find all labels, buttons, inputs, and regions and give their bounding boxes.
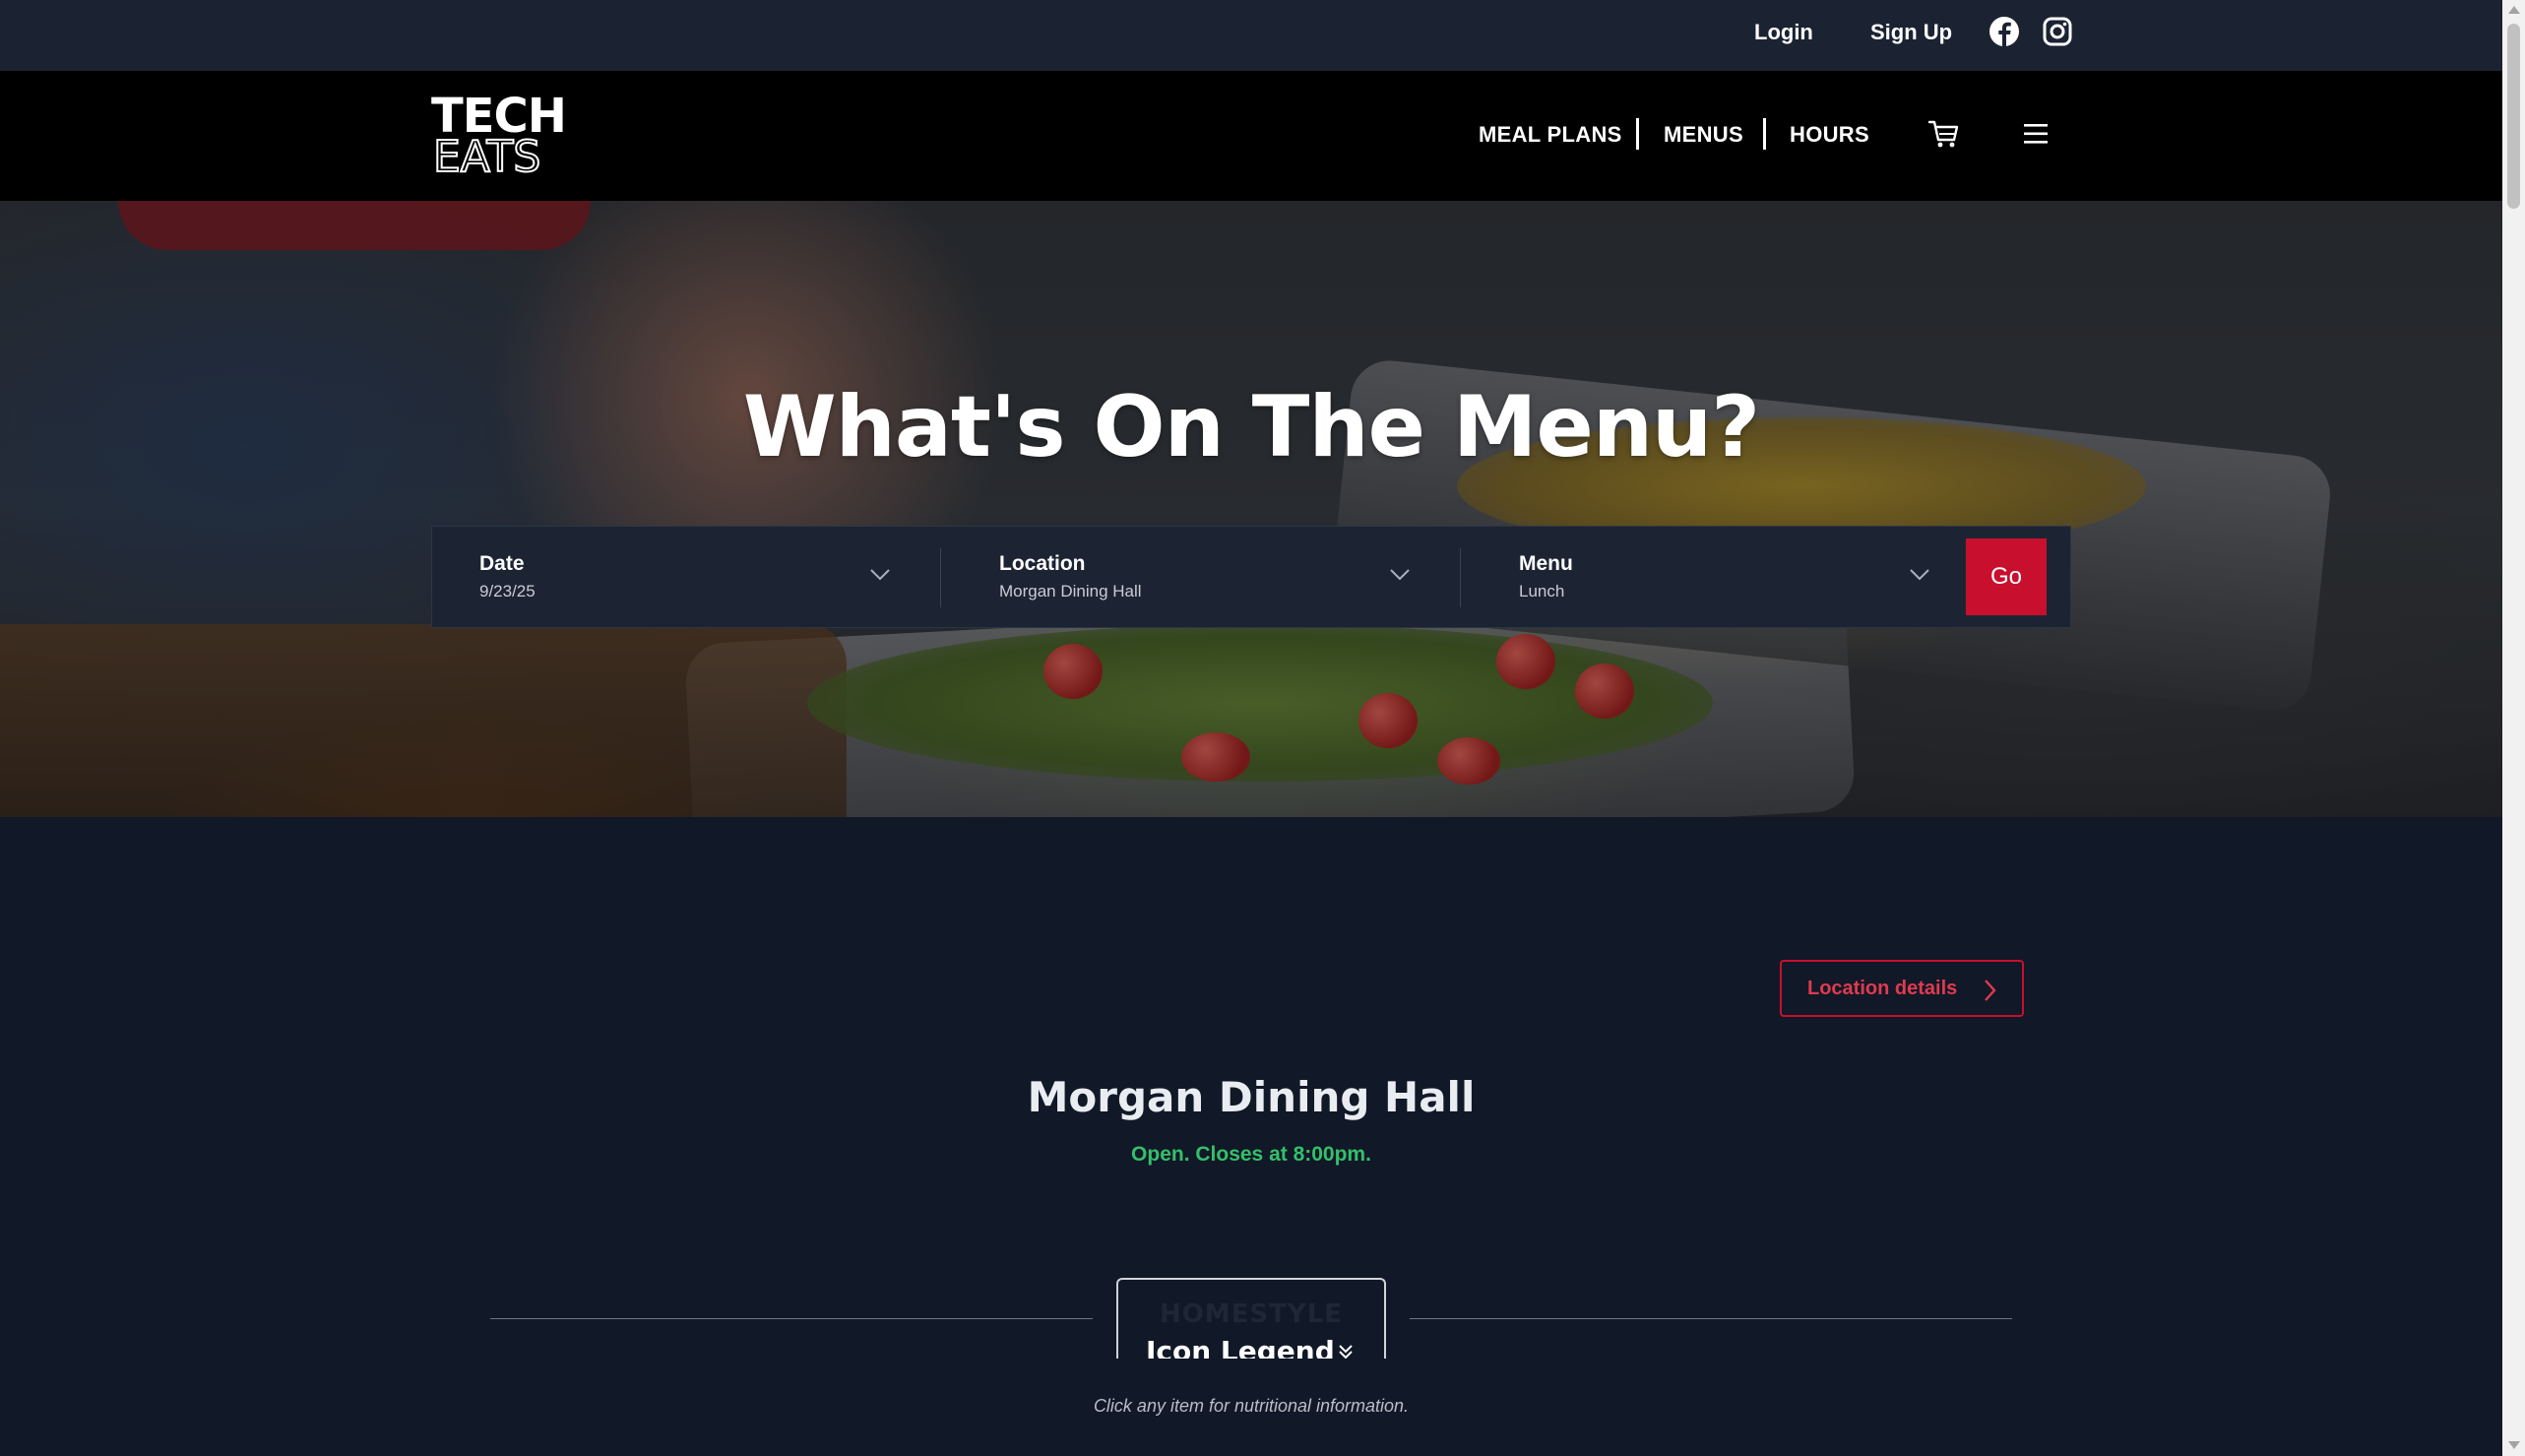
nav-hours[interactable]: HOURS	[1790, 122, 1869, 148]
hero-title: What's On The Menu?	[742, 378, 1760, 476]
filter-divider	[1460, 548, 1461, 607]
icon-legend-label: Icon Legend	[1146, 1335, 1335, 1359]
section-divider	[490, 1318, 1093, 1319]
main-nav: TECH EATS MEAL PLANS MENUS HOURS	[0, 71, 2502, 201]
location-select[interactable]: Location Morgan Dining Hall	[952, 527, 1472, 629]
menu-select[interactable]: Menu Lunch	[1472, 527, 1960, 629]
scroll-thumb[interactable]	[2507, 24, 2520, 209]
hall-status-text: Open. Closes at 8:00pm.	[1131, 1143, 1371, 1166]
hero-overlay	[0, 201, 2502, 817]
tech-eats-logo[interactable]: TECH EATS	[431, 93, 589, 181]
scroll-down-arrow[interactable]	[2508, 1441, 2520, 1449]
chevron-right-icon	[1985, 980, 1996, 1001]
icon-legend-toggle[interactable]: HOMESTYLE Icon Legend	[1116, 1278, 1386, 1359]
scroll-up-arrow[interactable]	[2508, 6, 2520, 14]
date-select[interactable]: Date 9/23/25	[432, 527, 952, 629]
menu-filter-bar: Date 9/23/25 Location Morgan Dining Hall…	[431, 526, 2071, 628]
logo-text-eats: EATS	[432, 132, 541, 182]
location-select-label: Location	[999, 552, 1086, 575]
location-details-button[interactable]: Location details	[1780, 960, 2024, 1017]
nav-menus[interactable]: MENUS	[1664, 122, 1743, 148]
signup-link[interactable]: Sign Up	[1870, 20, 1952, 45]
section-divider	[1410, 1318, 2012, 1319]
nav-divider	[1763, 118, 1766, 150]
date-select-value: 9/23/25	[479, 582, 536, 601]
double-chevron-down-icon	[1339, 1345, 1353, 1359]
go-button[interactable]: Go	[1966, 538, 2047, 615]
chevron-down-icon	[1910, 569, 1929, 581]
location-select-value: Morgan Dining Hall	[999, 582, 1142, 601]
menu-select-value: Lunch	[1519, 582, 1565, 601]
nav-meal-plans[interactable]: MEAL PLANS	[1479, 122, 1622, 148]
menu-select-label: Menu	[1519, 552, 1573, 575]
chevron-down-icon	[870, 569, 890, 581]
hamburger-menu-icon[interactable]	[2022, 122, 2050, 151]
dining-hall-title: Morgan Dining Hall	[1027, 1073, 1476, 1121]
location-details-label: Location details	[1807, 978, 1958, 999]
hero-banner: What's On The Menu?	[0, 201, 2502, 817]
date-select-label: Date	[479, 552, 525, 575]
login-link[interactable]: Login	[1754, 20, 1813, 45]
nutrition-hint: Click any item for nutritional informati…	[1093, 1396, 1410, 1416]
section-heading-homestyle: HOMESTYLE	[1159, 1299, 1344, 1329]
instagram-icon[interactable]	[2042, 16, 2073, 47]
cart-icon[interactable]	[1927, 118, 1961, 155]
nav-divider	[1636, 118, 1639, 150]
filter-divider	[940, 548, 941, 607]
chevron-down-icon	[1390, 569, 1410, 581]
utility-bar: Login Sign Up	[0, 0, 2502, 71]
page-scrollbar[interactable]	[2502, 0, 2525, 1456]
facebook-icon[interactable]	[1988, 16, 2020, 47]
